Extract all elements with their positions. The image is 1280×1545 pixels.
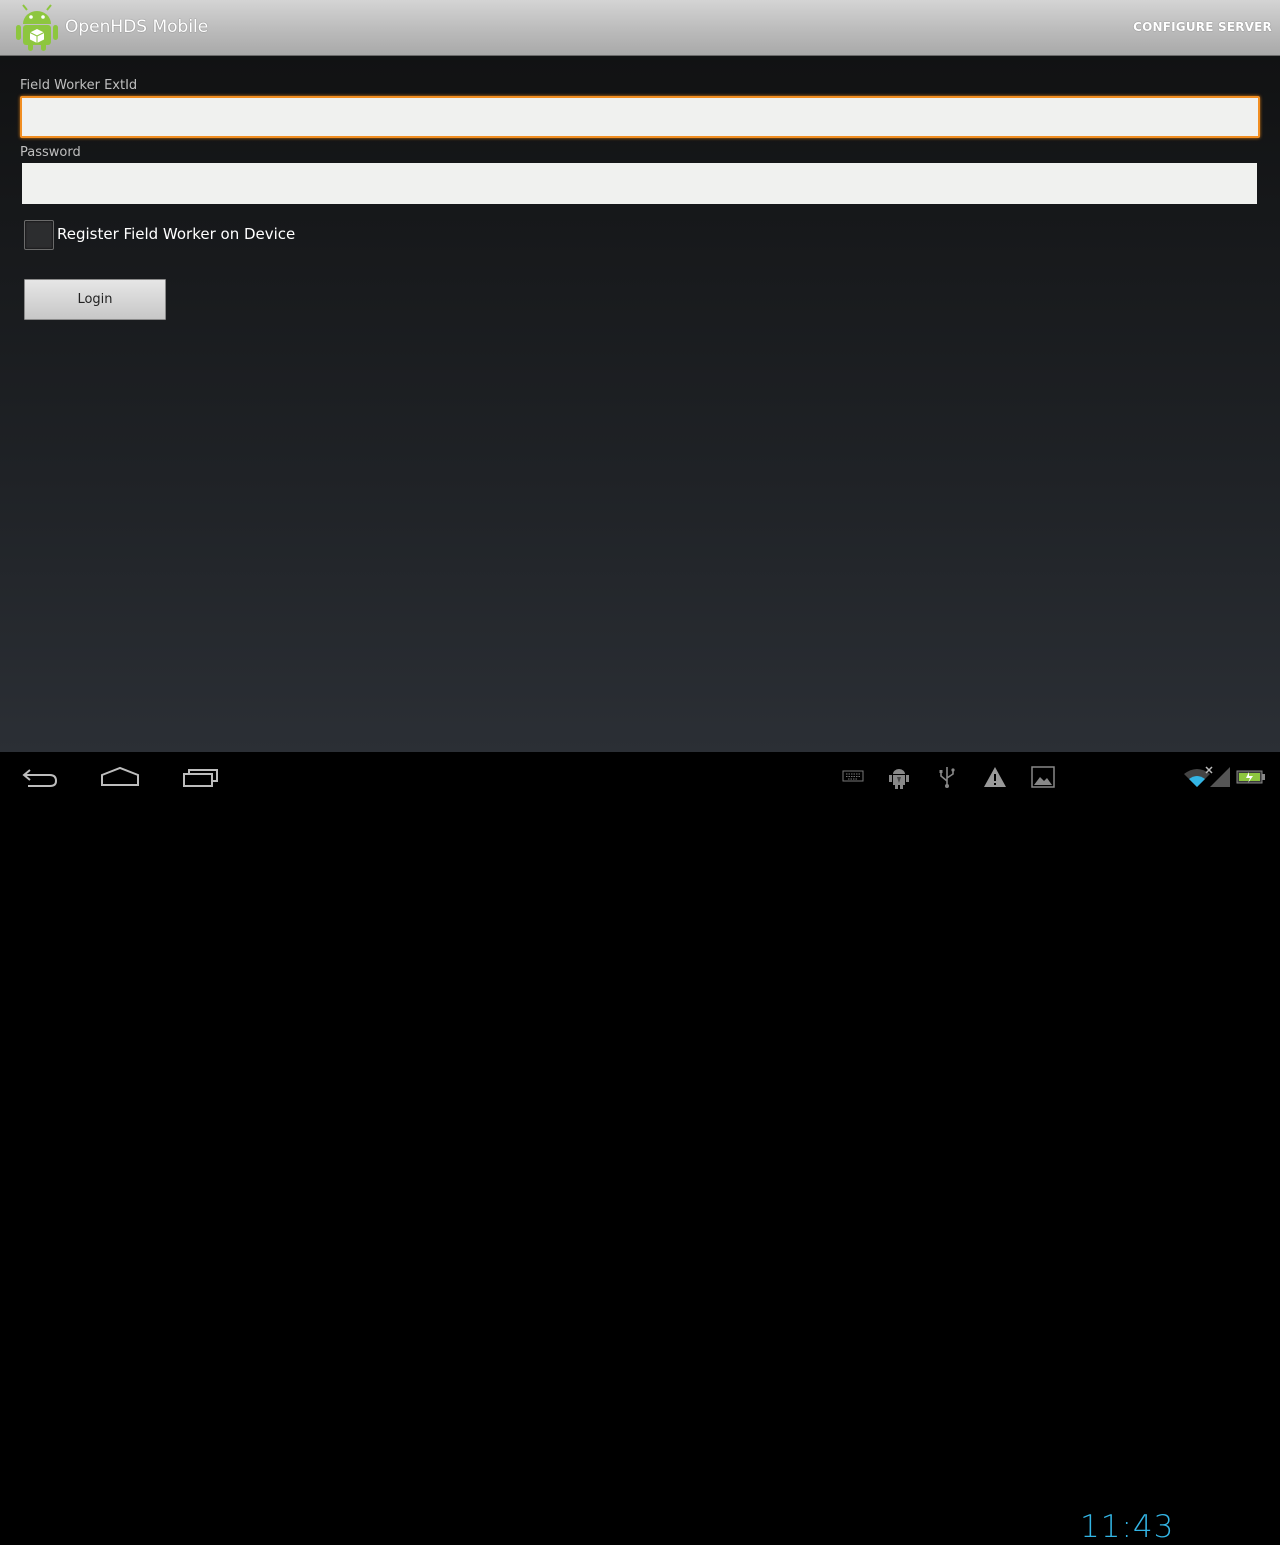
action-bar: OpenHDS Mobile CONFIGURE SERVER: [0, 0, 1280, 56]
android-debug-icon: [889, 769, 909, 789]
extid-label: Field Worker ExtId: [20, 78, 138, 93]
password-field[interactable]: [22, 163, 1257, 204]
warning-icon: [984, 767, 1006, 787]
usb-icon: [939, 767, 955, 788]
android-icon: [16, 4, 58, 51]
home-icon[interactable]: [100, 765, 140, 789]
system-bar: 11:43: [0, 752, 1280, 1545]
login-button[interactable]: Login: [24, 279, 166, 320]
register-checkbox[interactable]: [24, 220, 54, 250]
clock: 11:43: [1080, 1509, 1175, 1545]
signal-icon: [1210, 767, 1230, 787]
login-form: Field Worker ExtId Password Register Fie…: [0, 56, 1280, 752]
battery-icon: [1236, 770, 1265, 784]
back-icon[interactable]: [22, 766, 60, 788]
keyboard-icon: [842, 770, 864, 782]
app-title: OpenHDS Mobile: [65, 17, 209, 37]
extid-field[interactable]: [20, 96, 1260, 138]
recent-apps-icon[interactable]: [182, 766, 220, 788]
password-label: Password: [20, 145, 81, 160]
register-label: Register Field Worker on Device: [57, 225, 296, 243]
configure-server-button[interactable]: CONFIGURE SERVER: [1133, 20, 1272, 34]
gallery-icon: [1031, 766, 1055, 788]
